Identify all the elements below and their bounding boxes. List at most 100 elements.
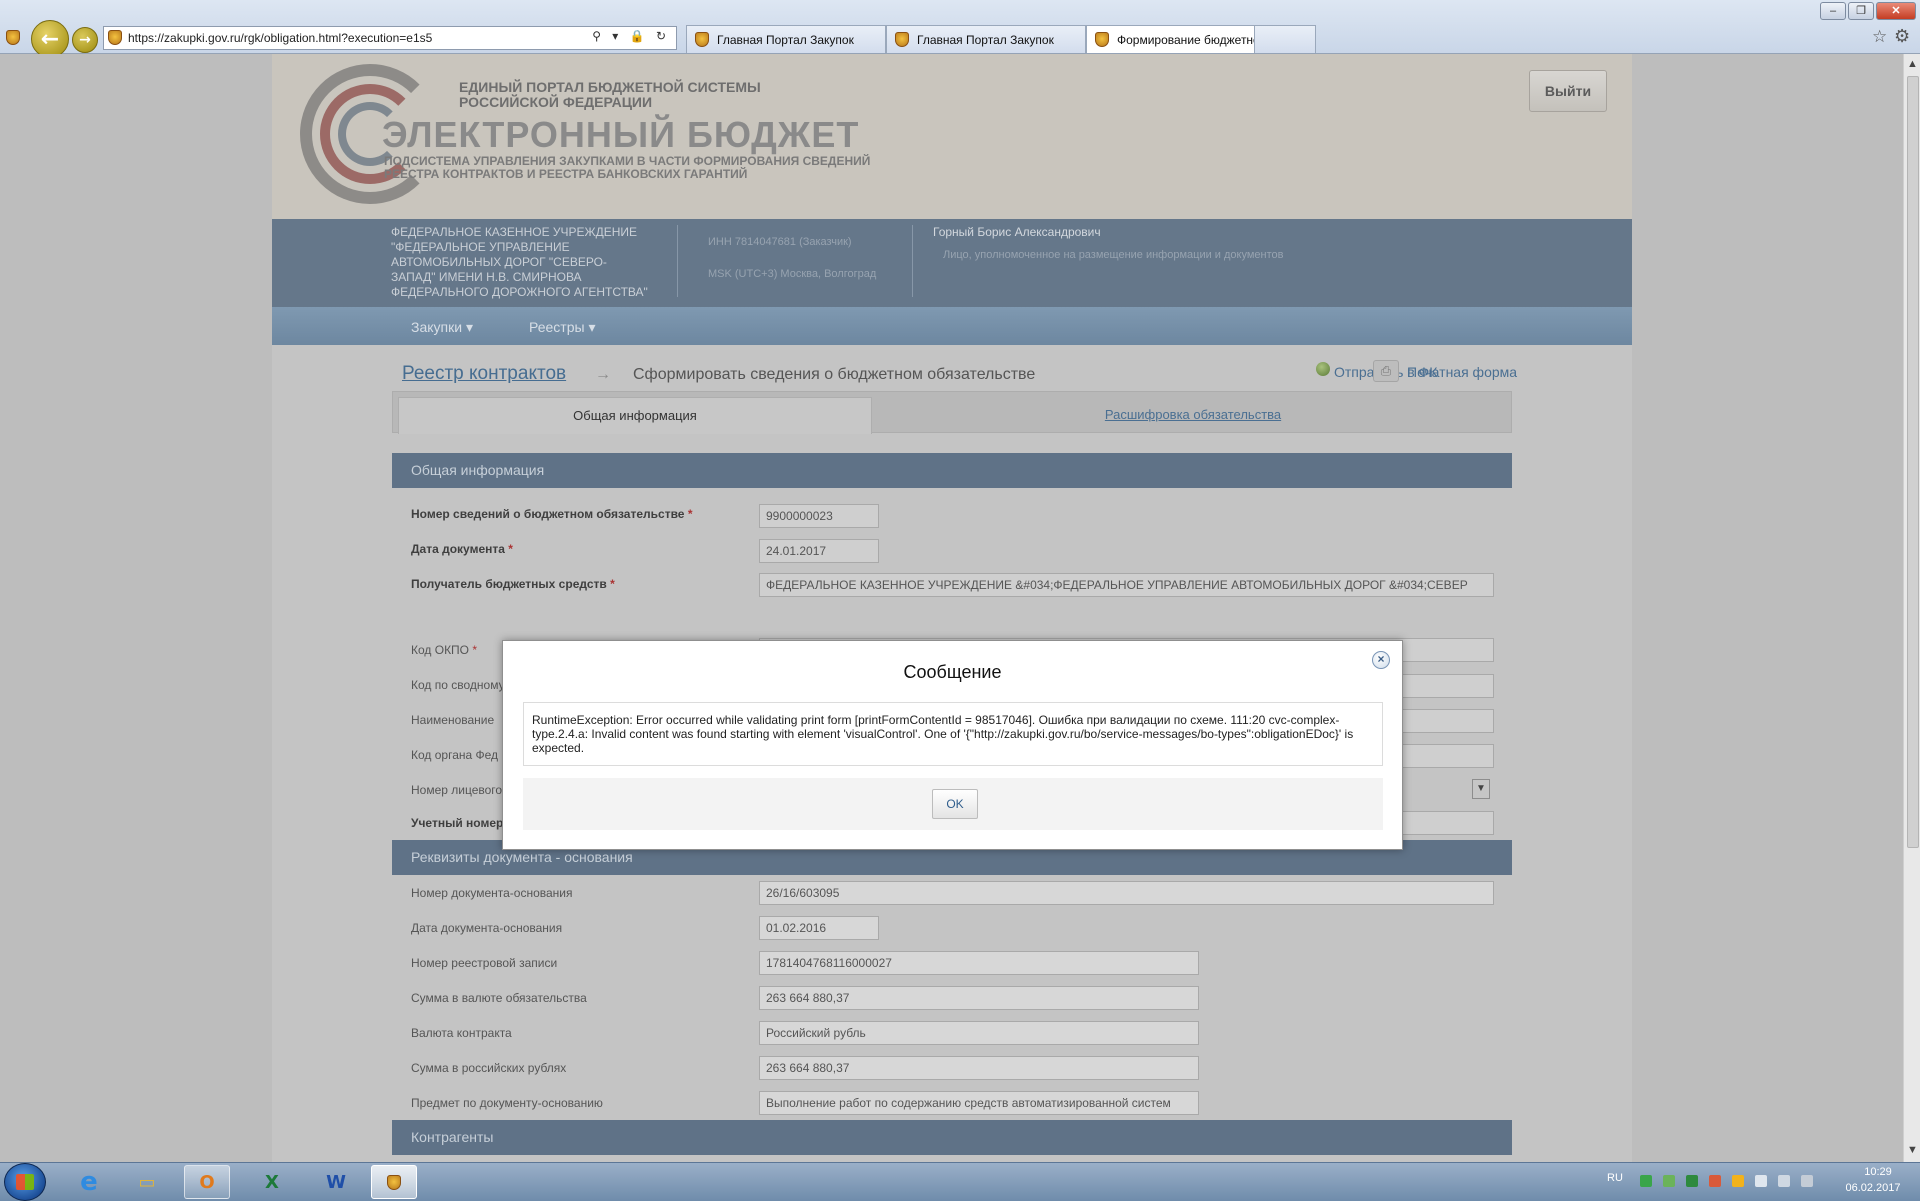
- timezone: MSK (UTC+3) Москва, Волгоград: [708, 268, 877, 280]
- menu-item-registries[interactable]: Реестры ▾: [529, 319, 595, 336]
- rub-amount-field[interactable]: 263 664 880,37: [759, 1056, 1199, 1080]
- tray-display-icon[interactable]: [1778, 1175, 1790, 1187]
- settings-gear-icon[interactable]: ⚙: [1894, 26, 1910, 47]
- ie-icon[interactable]: e: [66, 1165, 112, 1199]
- outlook-icon[interactable]: O: [184, 1165, 230, 1199]
- contract-currency-field[interactable]: Российский рубль: [759, 1021, 1199, 1045]
- browser-toolbar: – ❐ ✕ ← → https://zakupki.gov.ru/rgk/obl…: [0, 0, 1920, 58]
- site-container: ЕДИНЫЙ ПОРТАЛ БЮДЖЕТНОЙ СИСТЕМЫ РОССИЙСК…: [272, 54, 1632, 1162]
- organization-bar: ФЕДЕРАЛЬНОЕ КАЗЕННОЕ УЧРЕЖДЕНИЕ "ФЕДЕРАЛ…: [272, 219, 1632, 307]
- budget-recipient-field[interactable]: ФЕДЕРАЛЬНОЕ КАЗЕННОЕ УЧРЕЖДЕНИЕ &#034;ФЕ…: [759, 573, 1494, 597]
- portal-subtitle: ПОДСИСТЕМА УПРАВЛЕНИЯ ЗАКУПКАМИ В ЧАСТИ …: [384, 154, 871, 181]
- tray-flag-icon[interactable]: [1755, 1175, 1767, 1187]
- tray-volume-icon[interactable]: [1801, 1175, 1813, 1187]
- tab-favicon-icon: [1095, 32, 1109, 47]
- explorer-icon[interactable]: ▭: [124, 1165, 170, 1199]
- chevron-down-icon[interactable]: ▼: [1472, 779, 1490, 799]
- tab-favicon-icon: [895, 32, 909, 47]
- breadcrumb-arrow-icon: →: [595, 366, 611, 383]
- forward-button[interactable]: →: [72, 27, 98, 53]
- scrollbar-thumb[interactable]: [1907, 76, 1919, 848]
- breadcrumb-contracts-registry[interactable]: Реестр контрактов: [402, 363, 566, 385]
- tray-antivirus-icon[interactable]: [1686, 1175, 1698, 1187]
- tab-label: Формирование бюджетно...: [1117, 32, 1270, 47]
- browser-emblem-icon[interactable]: [371, 1165, 417, 1199]
- section-counterparties: Контрагенты: [392, 1120, 1512, 1155]
- start-button[interactable]: [4, 1163, 46, 1201]
- field-label: Номер лицевого: [411, 783, 503, 797]
- taskbar: e ▭ O X W RU 10:29 06.02.2017: [0, 1162, 1920, 1201]
- main-menu: Закупки ▾ Реестры ▾: [272, 307, 1632, 345]
- scroll-up-icon[interactable]: ▲: [1904, 58, 1920, 70]
- obligation-number-field[interactable]: 9900000023: [759, 504, 879, 528]
- back-button[interactable]: ←: [31, 20, 69, 58]
- excel-icon[interactable]: X: [249, 1165, 295, 1199]
- field-label: Дата документа-основания: [411, 921, 563, 935]
- emblem-icon: [387, 1174, 401, 1190]
- portal-title: ЭЛЕКТРОННЫЙ БЮДЖЕТ: [382, 114, 860, 155]
- field-label: Код по сводному: [411, 678, 505, 692]
- page-viewport: ЕДИНЫЙ ПОРТАЛ БЮДЖЕТНОЙ СИСТЕМЫ РОССИЙСК…: [0, 54, 1903, 1162]
- address-bar[interactable]: https://zakupki.gov.ru/rgk/obligation.ht…: [103, 26, 677, 50]
- tab-general-info[interactable]: Общая информация: [398, 397, 872, 434]
- organization-name: ФЕДЕРАЛЬНОЕ КАЗЕННОЕ УЧРЕЖДЕНИЕ "ФЕДЕРАЛ…: [391, 225, 648, 299]
- tray-shield-icon[interactable]: [1663, 1175, 1675, 1187]
- user-role: Лицо, уполномоченное на размещение инфор…: [943, 249, 1284, 261]
- dialog-title: Сообщение: [903, 662, 1002, 682]
- printer-icon[interactable]: ⎙: [1373, 360, 1399, 382]
- field-label: Номер документа-основания: [411, 886, 573, 900]
- tab-favicon-icon: [695, 32, 709, 47]
- field-label: Предмет по документу-основанию: [411, 1096, 603, 1110]
- scroll-down-icon[interactable]: ▼: [1904, 1144, 1920, 1156]
- error-message: RuntimeException: Error occurred while v…: [523, 702, 1383, 766]
- vertical-scrollbar[interactable]: ▲ ▼: [1903, 54, 1920, 1162]
- tab-label: Главная Портал Закупок: [917, 32, 1054, 47]
- basis-document-number-field[interactable]: 26/16/603095: [759, 881, 1494, 905]
- message-dialog: Сообщение × RuntimeException: Error occu…: [502, 640, 1403, 850]
- registry-record-number-field[interactable]: 1781404768116000027: [759, 951, 1199, 975]
- send-fk-icon[interactable]: [1316, 362, 1330, 376]
- window-close-button[interactable]: ✕: [1876, 2, 1916, 20]
- new-tab-button[interactable]: [1254, 25, 1316, 53]
- form-tabs: Общая информация Расшифровка обязательст…: [392, 391, 1512, 434]
- tray-app-icon[interactable]: [1709, 1175, 1721, 1187]
- basis-subject-field[interactable]: Выполнение работ по содержанию средств а…: [759, 1091, 1199, 1115]
- favorites-star-icon[interactable]: ☆: [1872, 27, 1887, 47]
- obligation-currency-amount-field[interactable]: 263 664 880,37: [759, 986, 1199, 1010]
- clock-time[interactable]: 10:29: [1848, 1166, 1908, 1178]
- field-label: Код органа Фед: [411, 748, 499, 762]
- logout-button[interactable]: Выйти: [1529, 70, 1607, 112]
- ok-button[interactable]: OK: [932, 789, 978, 819]
- field-label: Сумма в валюте обязательства: [411, 991, 587, 1005]
- field-label: Наименование: [411, 713, 495, 727]
- field-label: Получатель бюджетных средств *: [411, 577, 615, 591]
- address-tools-icons[interactable]: ⚲ ▾ 🔒 ↻: [592, 29, 670, 43]
- field-label: Сумма в российских рублях: [411, 1061, 567, 1075]
- print-form-link[interactable]: Печатная форма: [1407, 364, 1517, 380]
- clock-date[interactable]: 06.02.2017: [1838, 1182, 1908, 1194]
- browser-tab-1[interactable]: Главная Портал Закупок: [686, 25, 886, 53]
- page-title: Сформировать сведения о бюджетном обязат…: [633, 366, 1036, 383]
- document-date-field[interactable]: 24.01.2017: [759, 539, 879, 563]
- field-label: Валюта контракта: [411, 1026, 512, 1040]
- site-favicon-icon: [108, 30, 122, 45]
- divider: [912, 225, 913, 297]
- close-icon[interactable]: ×: [1372, 651, 1390, 669]
- language-indicator[interactable]: RU: [1607, 1172, 1623, 1184]
- field-label: Номер реестровой записи: [411, 956, 558, 970]
- basis-document-date-field[interactable]: 01.02.2016: [759, 916, 879, 940]
- portal-name: ЕДИНЫЙ ПОРТАЛ БЮДЖЕТНОЙ СИСТЕМЫ РОССИЙСК…: [459, 79, 761, 110]
- tray-outlook-icon[interactable]: [1732, 1175, 1744, 1187]
- window-minimize-button[interactable]: –: [1820, 2, 1846, 20]
- field-label: Номер сведений о бюджетном обязательстве…: [411, 507, 693, 521]
- tab-obligation-breakdown[interactable]: Расшифровка обязательства: [883, 397, 1503, 434]
- word-icon[interactable]: W: [313, 1165, 359, 1199]
- browser-tab-2[interactable]: Главная Портал Закупок: [886, 25, 1086, 53]
- site-header: ЕДИНЫЙ ПОРТАЛ БЮДЖЕТНОЙ СИСТЕМЫ РОССИЙСК…: [272, 54, 1632, 219]
- field-label: Код ОКПО *: [411, 643, 478, 657]
- divider: [677, 225, 678, 297]
- window-restore-button[interactable]: ❐: [1848, 2, 1874, 20]
- section-general-info: Общая информация: [392, 453, 1512, 488]
- tray-network-icon[interactable]: [1640, 1175, 1652, 1187]
- menu-item-purchases[interactable]: Закупки ▾: [411, 319, 473, 336]
